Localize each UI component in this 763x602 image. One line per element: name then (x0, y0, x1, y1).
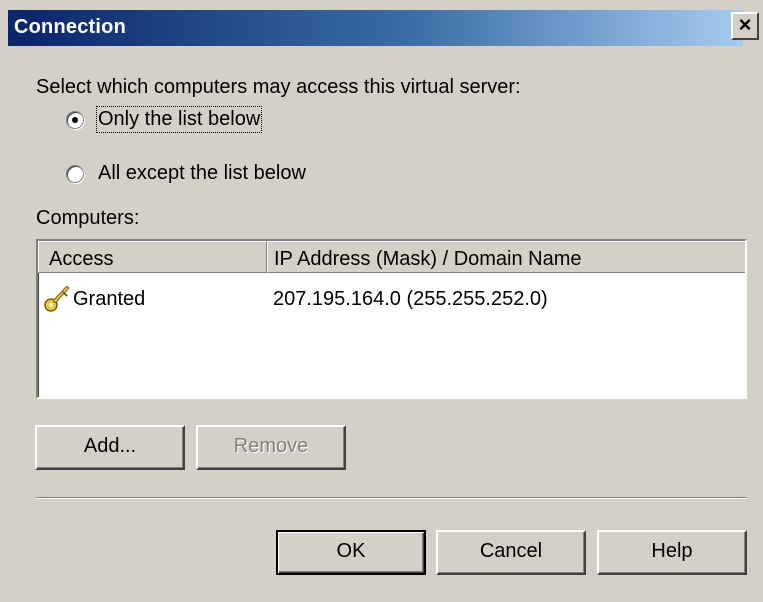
help-button-label: Help (651, 540, 693, 562)
help-button[interactable]: Help (597, 530, 747, 575)
add-button-label: Add... (83, 435, 137, 457)
radio-button-selected[interactable] (66, 111, 84, 129)
computers-label: Computers: (36, 207, 140, 229)
column-header-access-label: Access (49, 248, 114, 270)
cancel-button-label: Cancel (479, 540, 543, 562)
close-button[interactable]: × (731, 12, 759, 40)
column-header-address-label: IP Address (Mask) / Domain Name (274, 248, 582, 270)
column-header-address[interactable]: IP Address (Mask) / Domain Name (267, 241, 745, 273)
remove-button[interactable]: Remove (196, 425, 346, 470)
radio-all-except-label[interactable]: All except the list below (98, 162, 306, 185)
row-access-value: Granted (73, 288, 146, 310)
ok-button-label: OK (336, 540, 366, 562)
close-icon: × (738, 12, 752, 37)
separator (36, 497, 747, 499)
remove-button-label: Remove (233, 435, 309, 457)
connection-dialog: Connection × Select which computers may … (0, 0, 763, 602)
radio-button-unselected[interactable] (66, 165, 84, 183)
column-header-access[interactable]: Access (38, 241, 267, 273)
ok-button[interactable]: OK (276, 530, 426, 575)
key-icon (44, 285, 70, 313)
computers-list[interactable]: Access IP Address (Mask) / Domain Name G… (36, 239, 747, 399)
row-address-value: 207.195.164.0 (255.255.252.0) (273, 288, 548, 310)
access-prompt: Select which computers may access this v… (36, 76, 521, 98)
radio-only-list-label[interactable]: Only the list below (95, 106, 263, 133)
cancel-button[interactable]: Cancel (436, 530, 586, 575)
add-button[interactable]: Add... (35, 425, 185, 470)
title-bar: Connection (8, 10, 743, 46)
window-title: Connection (14, 16, 126, 38)
